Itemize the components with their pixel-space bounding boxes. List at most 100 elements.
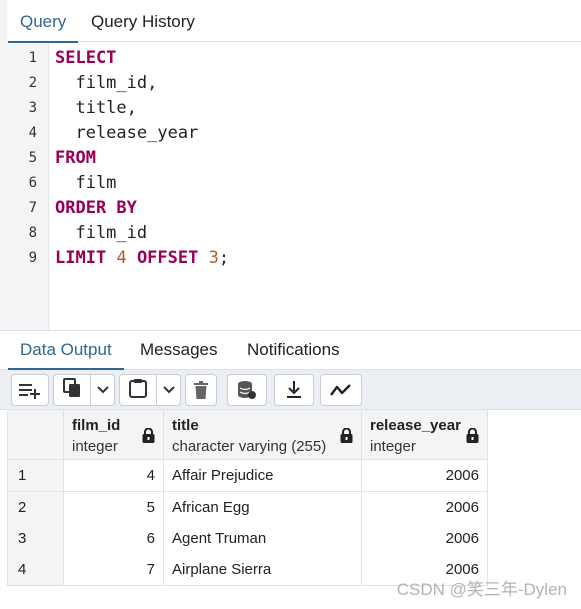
- cell-title[interactable]: Airplane Sierra: [164, 554, 362, 586]
- line-number: 9: [28, 250, 37, 266]
- cell-film-id[interactable]: 6: [64, 523, 164, 555]
- add-row-icon: [18, 381, 42, 399]
- code-text: film: [55, 173, 116, 193]
- code-line[interactable]: 6 film: [7, 172, 581, 197]
- column-header-release-year[interactable]: release_year integer: [362, 410, 488, 460]
- code-text: ORDER BY: [55, 198, 137, 218]
- graph-visualiser-icon: [330, 383, 352, 397]
- code-text: film_id: [55, 223, 147, 243]
- table-row[interactable]: 2 5 African Egg 2006: [8, 492, 488, 524]
- row-number-header: [8, 410, 64, 460]
- code-line[interactable]: 3 title,: [7, 97, 581, 122]
- tab-data-output[interactable]: Data Output: [8, 331, 124, 370]
- cell-film-id[interactable]: 5: [64, 492, 164, 524]
- paste-icon: [129, 378, 148, 403]
- cell-film-id[interactable]: 4: [64, 460, 164, 492]
- sql-editor[interactable]: 1 SELECT 2 film_id, 3 title, 4 release_year 5…: [7, 44, 581, 330]
- code-text: title,: [55, 98, 137, 118]
- cell-title[interactable]: Affair Prejudice: [164, 460, 362, 492]
- code-line[interactable]: 8 film_id: [7, 222, 581, 247]
- delete-button[interactable]: [185, 374, 217, 406]
- table-row[interactable]: 1 4 Affair Prejudice 2006: [8, 460, 488, 492]
- line-number: 2: [28, 75, 37, 91]
- sql-token: title,: [55, 98, 137, 118]
- cell-title[interactable]: Agent Truman: [164, 523, 362, 555]
- tab-messages[interactable]: Messages: [140, 331, 217, 369]
- code-line[interactable]: 1 SELECT: [7, 47, 581, 72]
- line-number: 1: [28, 50, 37, 66]
- paste-button-group: [119, 374, 181, 406]
- code-text: LIMIT 4 OFFSET 3;: [55, 248, 229, 268]
- sql-token: film_id: [55, 223, 148, 243]
- save-data-icon: [237, 380, 257, 400]
- line-number: 8: [28, 225, 37, 241]
- sql-keyword: FROM: [55, 148, 96, 168]
- column-name: title: [172, 417, 199, 434]
- column-name: film_id: [72, 417, 121, 434]
- cell-release-year[interactable]: 2006: [362, 492, 488, 524]
- data-output-toolbar: [0, 370, 581, 410]
- line-number: 7: [28, 200, 37, 216]
- column-header-film-id[interactable]: film_id integer: [64, 410, 164, 460]
- row-number[interactable]: 3: [8, 523, 64, 555]
- sql-token: ;: [218, 248, 230, 268]
- tab-notifications[interactable]: Notifications: [247, 331, 340, 369]
- sql-number: 4: [116, 248, 127, 268]
- cell-title[interactable]: African Egg: [164, 492, 362, 524]
- code-text: release_year: [55, 123, 198, 143]
- save-data-button[interactable]: [227, 374, 267, 406]
- copy-button[interactable]: [54, 375, 90, 405]
- output-tabs-bar: Data Output Messages Notifications: [0, 330, 581, 370]
- code-line[interactable]: 7 ORDER BY: [7, 197, 581, 222]
- paste-button[interactable]: [120, 375, 156, 405]
- sql-keyword: SELECT: [55, 48, 117, 68]
- row-number[interactable]: 2: [8, 492, 64, 524]
- chevron-down-icon: [96, 381, 109, 399]
- column-type: integer: [370, 438, 416, 455]
- copy-options-dropdown[interactable]: [90, 375, 114, 405]
- line-number: 3: [28, 100, 37, 116]
- watermark: CSDN @笑三年-Dylen: [396, 580, 567, 599]
- tab-query[interactable]: Query: [7, 0, 79, 43]
- copy-button-group: [53, 374, 115, 406]
- code-text: film_id,: [55, 73, 157, 93]
- copy-icon: [63, 377, 81, 403]
- download-button[interactable]: [274, 374, 314, 406]
- line-number: 4: [28, 125, 37, 141]
- result-grid[interactable]: film_id integer title character varying …: [7, 410, 488, 586]
- line-number: 5: [28, 150, 37, 166]
- sql-keyword: LIMIT: [55, 248, 107, 268]
- lock-icon: [340, 427, 353, 448]
- code-line[interactable]: 9 LIMIT 4 OFFSET 3;: [7, 247, 581, 272]
- cell-release-year[interactable]: 2006: [362, 460, 488, 492]
- table-row[interactable]: 3 6 Agent Truman 2006: [8, 523, 488, 555]
- sql-token: film: [55, 173, 117, 193]
- editor-left-edge: [0, 0, 7, 330]
- column-type: character varying (255): [172, 438, 327, 455]
- code-line[interactable]: 4 release_year: [7, 122, 581, 147]
- tab-query-history[interactable]: Query History: [91, 0, 195, 42]
- row-number[interactable]: 1: [8, 460, 64, 492]
- sql-keyword: ORDER BY: [55, 198, 137, 218]
- line-number: 6: [28, 175, 37, 191]
- sql-keyword: OFFSET: [136, 248, 199, 268]
- code-line[interactable]: 5 FROM: [7, 147, 581, 172]
- download-icon: [286, 381, 302, 399]
- add-row-button[interactable]: [11, 374, 49, 406]
- code-text: SELECT: [55, 48, 116, 68]
- sql-token: film_id,: [55, 73, 158, 93]
- code-line[interactable]: 2 film_id,: [7, 72, 581, 97]
- code-text: FROM: [55, 148, 96, 168]
- cell-film-id[interactable]: 7: [64, 554, 164, 586]
- row-number[interactable]: 4: [8, 554, 64, 586]
- lock-icon: [142, 427, 155, 448]
- paste-options-dropdown[interactable]: [156, 375, 180, 405]
- graph-visualiser-button[interactable]: [320, 374, 362, 406]
- delete-icon: [194, 381, 208, 399]
- sql-token: release_year: [55, 123, 199, 143]
- cell-release-year[interactable]: 2006: [362, 523, 488, 555]
- column-header-title[interactable]: title character varying (255): [164, 410, 362, 460]
